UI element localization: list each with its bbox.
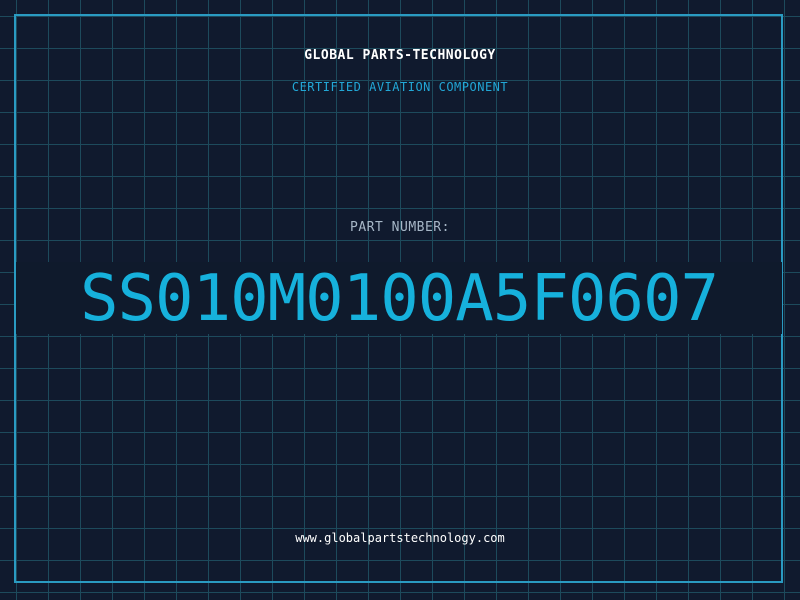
part-number-value: SS010M0100A5F0607	[79, 262, 719, 336]
part-number-label: PART NUMBER:	[350, 220, 450, 235]
certified-subtitle: CERTIFIED AVIATION COMPONENT	[291, 80, 509, 94]
company-name: GLOBAL PARTS-TECHNOLOGY	[304, 48, 496, 63]
website-link[interactable]: www.globalpartstechnology.com	[0, 531, 800, 545]
